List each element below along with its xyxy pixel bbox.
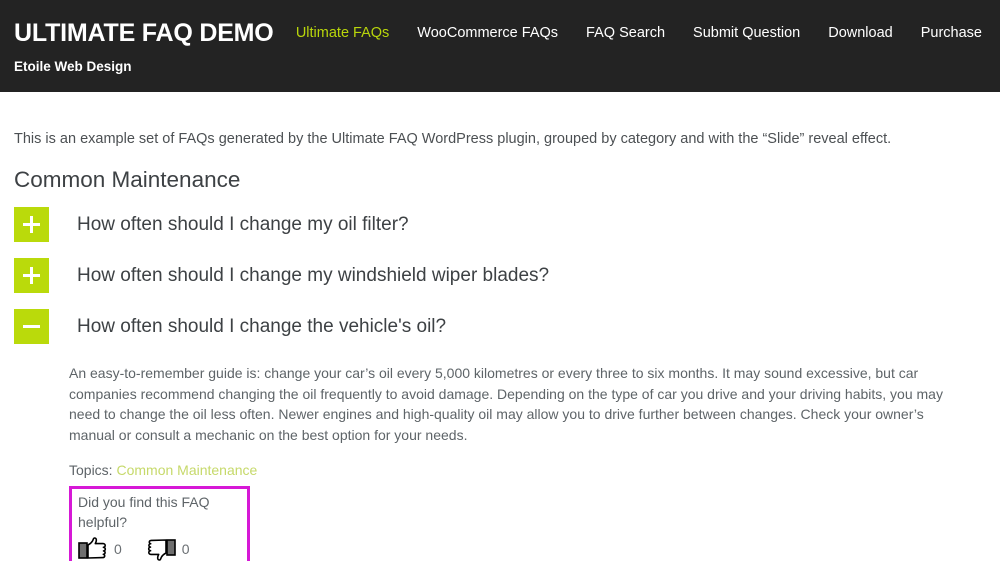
faq-question-label: How often should I change my windshield … bbox=[77, 264, 550, 286]
faq-helpful-box: Did you find this FAQ helpful? 0 0 bbox=[69, 486, 250, 561]
plus-icon[interactable] bbox=[14, 207, 49, 242]
nav-item-purchase[interactable]: Purchase bbox=[921, 24, 982, 42]
plus-icon[interactable] bbox=[14, 258, 49, 293]
primary-navigation: Ultimate FAQs WooCommerce FAQs FAQ Searc… bbox=[296, 24, 982, 42]
helpful-question-label: Did you find this FAQ helpful? bbox=[78, 494, 210, 530]
topics-label: Topics: bbox=[69, 462, 113, 478]
site-header: ULTIMATE FAQ DEMO Etoile Web Design Ulti… bbox=[0, 0, 1000, 92]
nav-item-download[interactable]: Download bbox=[828, 24, 893, 42]
faq-item: How often should I change my windshield … bbox=[14, 258, 986, 293]
faq-list: How often should I change my oil filter?… bbox=[14, 207, 986, 561]
nav-item-woocommerce-faqs[interactable]: WooCommerce FAQs bbox=[417, 24, 558, 42]
faq-question-row[interactable]: How often should I change my windshield … bbox=[14, 258, 986, 293]
nav-item-ultimate-faqs[interactable]: Ultimate FAQs bbox=[296, 24, 389, 42]
site-title: ULTIMATE FAQ DEMO bbox=[14, 19, 274, 47]
faq-item-expanded: How often should I change the vehicle's … bbox=[14, 309, 986, 561]
faq-answer: An easy-to-remember guide is: change you… bbox=[14, 344, 986, 561]
faq-answer-text: An easy-to-remember guide is: change you… bbox=[69, 365, 943, 443]
intro-text: This is an example set of FAQs generated… bbox=[14, 131, 892, 147]
topics-link-common-maintenance[interactable]: Common Maintenance bbox=[116, 462, 257, 478]
faq-question-label: How often should I change the vehicle's … bbox=[77, 315, 447, 337]
minus-icon[interactable] bbox=[14, 309, 49, 344]
vote-row: 0 0 bbox=[78, 535, 239, 561]
category-title: Common Maintenance bbox=[14, 167, 241, 192]
thumbs-up-vote[interactable]: 0 bbox=[78, 537, 122, 561]
faq-topics: Topics: Common Maintenance bbox=[69, 461, 986, 480]
thumbs-up-count: 0 bbox=[114, 541, 122, 557]
nav-item-submit-question[interactable]: Submit Question bbox=[693, 24, 800, 42]
thumbs-down-icon[interactable] bbox=[146, 537, 176, 561]
thumbs-up-icon[interactable] bbox=[78, 537, 108, 561]
site-tagline: Etoile Web Design bbox=[14, 59, 132, 74]
thumbs-down-count: 0 bbox=[181, 541, 190, 557]
faq-question-row[interactable]: How often should I change the vehicle's … bbox=[14, 309, 986, 344]
nav-item-faq-search[interactable]: FAQ Search bbox=[586, 24, 665, 42]
page-content: This is an example set of FAQs generated… bbox=[0, 129, 1000, 561]
faq-question-label: How often should I change my oil filter? bbox=[77, 213, 409, 235]
thumbs-down-vote[interactable]: 0 bbox=[146, 537, 190, 561]
site-branding[interactable]: ULTIMATE FAQ DEMO Etoile Web Design bbox=[14, 18, 274, 75]
faq-item: How often should I change my oil filter? bbox=[14, 207, 986, 242]
faq-question-row[interactable]: How often should I change my oil filter? bbox=[14, 207, 986, 242]
